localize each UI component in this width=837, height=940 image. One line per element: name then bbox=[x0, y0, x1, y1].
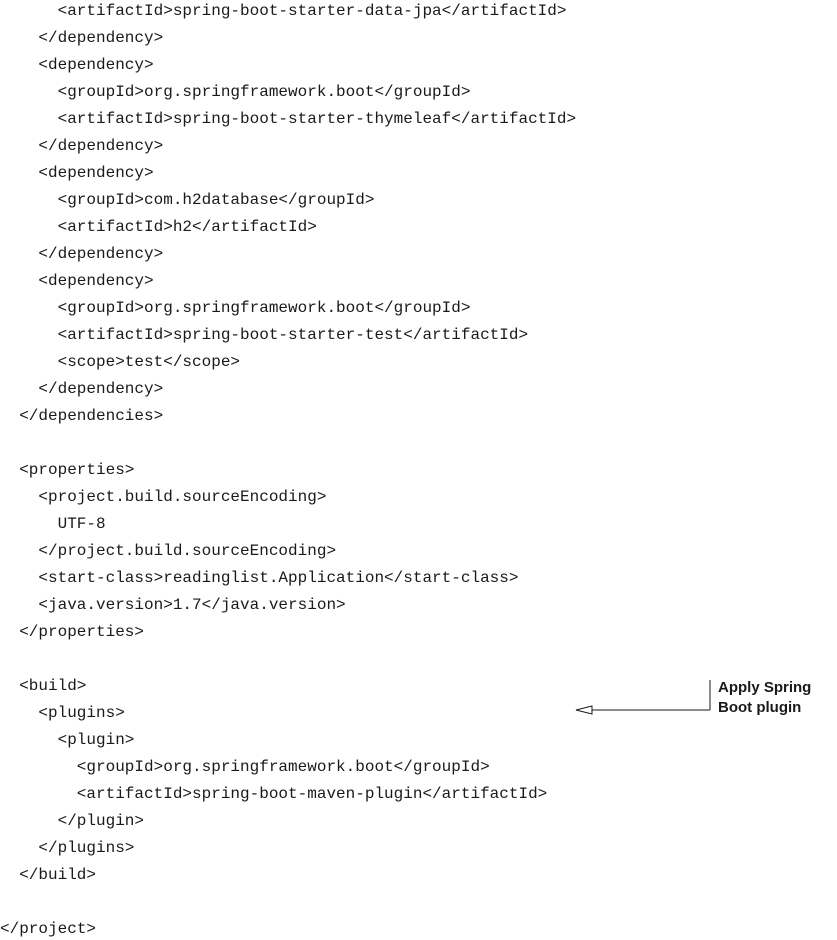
code-line: <properties> bbox=[19, 461, 135, 479]
code-line: <groupId>org.springframework.boot</group… bbox=[76, 758, 490, 776]
annotation-line-2: Boot plugin bbox=[718, 699, 802, 716]
annotation-callout: Apply Spring Boot plugin bbox=[718, 678, 837, 718]
code-line: </project> bbox=[0, 920, 97, 938]
code-line: <plugins> bbox=[38, 704, 125, 722]
code-line: <java.version>1.7</java.version> bbox=[38, 596, 346, 614]
code-line: UTF-8 bbox=[57, 515, 106, 533]
code-line: </dependencies> bbox=[19, 407, 164, 425]
code-line: <dependency> bbox=[38, 56, 154, 74]
code-line: <groupId>org.springframework.boot</group… bbox=[57, 83, 471, 101]
code-line: </project.build.sourceEncoding> bbox=[38, 542, 337, 560]
code-line: <artifactId>spring-boot-maven-plugin</ar… bbox=[76, 785, 548, 803]
arrowhead-icon bbox=[575, 705, 593, 715]
code-line: <dependency> bbox=[38, 272, 154, 290]
code-line: </plugin> bbox=[57, 812, 145, 830]
code-line: <artifactId>spring-boot-starter-thymelea… bbox=[57, 110, 577, 128]
code-line: </build> bbox=[19, 866, 96, 884]
code-line: </dependency> bbox=[38, 245, 164, 263]
code-line: </properties> bbox=[19, 623, 145, 641]
code-line: </dependency> bbox=[38, 137, 164, 155]
code-line: </plugins> bbox=[38, 839, 135, 857]
code-line: <groupId>org.springframework.boot</group… bbox=[57, 299, 471, 317]
code-line: <groupId>com.h2database</groupId> bbox=[57, 191, 375, 209]
code-line: <plugin> bbox=[57, 731, 135, 749]
code-line: </dependency> bbox=[38, 29, 164, 47]
code-line: <artifactId>spring-boot-starter-test</ar… bbox=[57, 326, 529, 344]
code-line: <artifactId>h2</artifactId> bbox=[57, 218, 317, 236]
code-line: <project.build.sourceEncoding> bbox=[38, 488, 327, 506]
code-line: <start-class>readinglist.Application</st… bbox=[38, 569, 519, 587]
code-line: <artifactId>spring-boot-starter-data-jpa… bbox=[57, 2, 567, 20]
annotation-line-1: Apply Spring bbox=[718, 679, 812, 696]
code-line: <dependency> bbox=[38, 164, 154, 182]
code-line: <scope>test</scope> bbox=[57, 353, 241, 371]
code-line: <build> bbox=[19, 677, 87, 695]
code-line: </dependency> bbox=[38, 380, 164, 398]
